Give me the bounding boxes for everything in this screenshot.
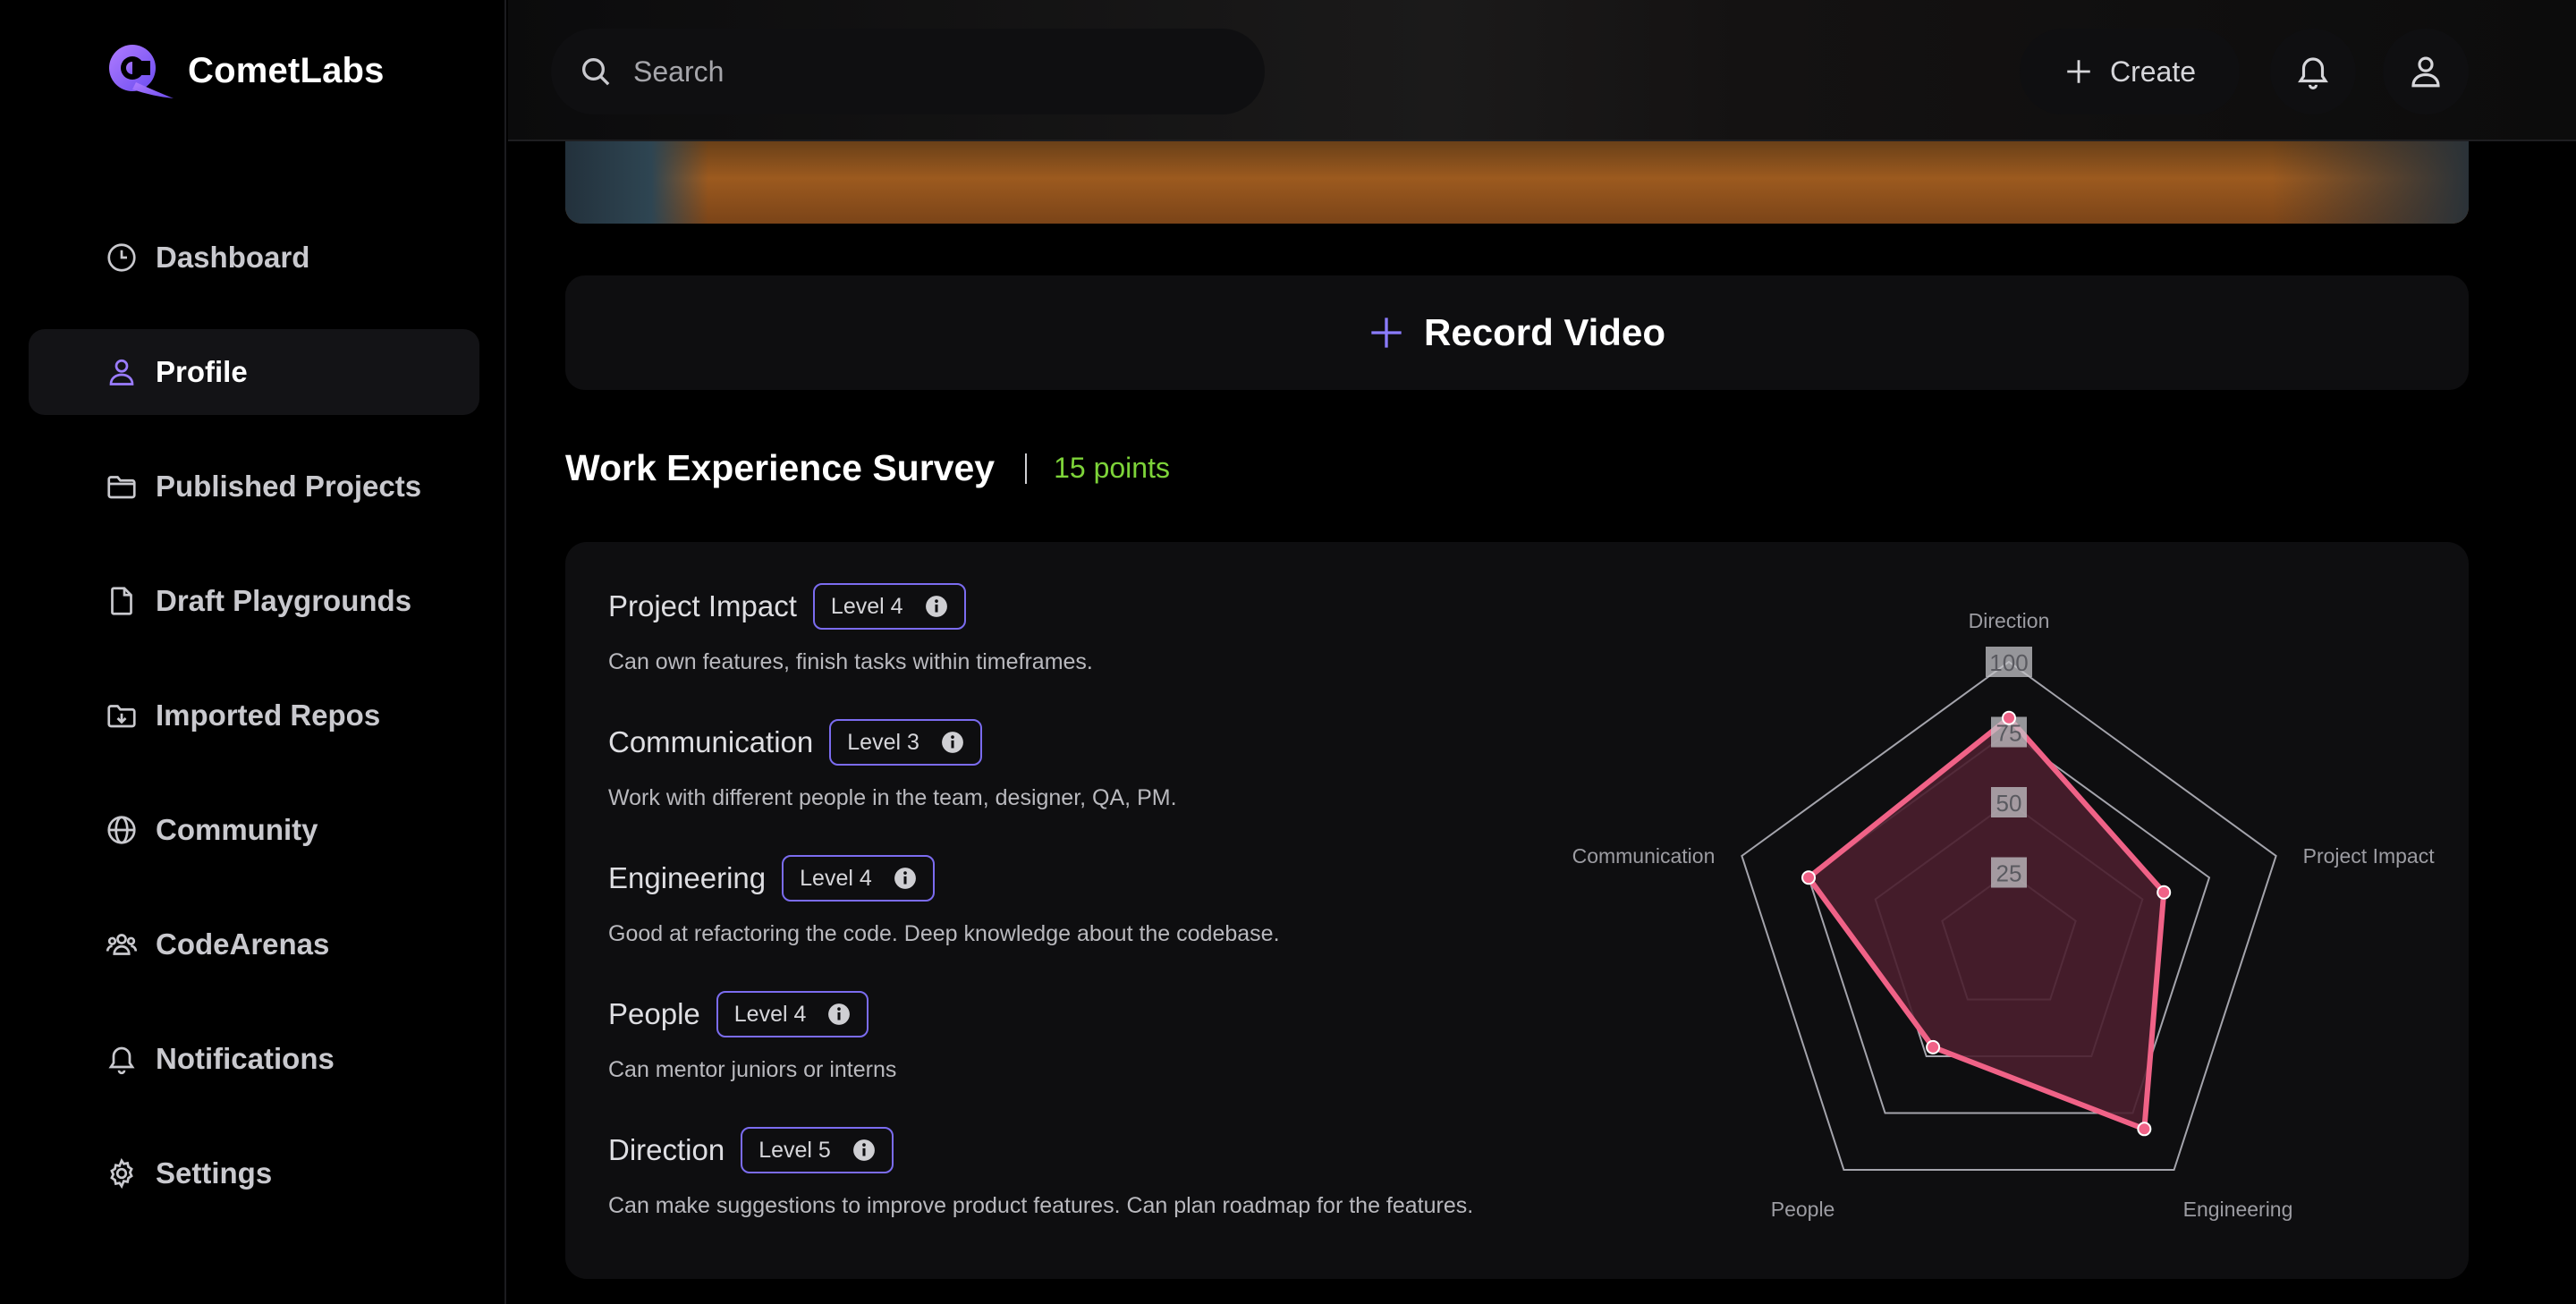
- skill-name: Direction: [608, 1133, 725, 1166]
- bell-icon: [108, 1046, 135, 1075]
- info-icon[interactable]: [925, 595, 948, 618]
- sidebar-item-label: Settings: [156, 1156, 273, 1190]
- survey-points: 15 points: [1054, 452, 1170, 484]
- radar-axis-label: People: [1771, 1198, 1835, 1221]
- skill-name: People: [608, 997, 700, 1030]
- sidebar-nav: Dashboard Profile Published Projects Dra…: [29, 215, 479, 1245]
- clock-icon: [107, 243, 136, 272]
- radar-point: [1801, 870, 1817, 885]
- radar-axis-label: Communication: [1572, 844, 1716, 868]
- account-button[interactable]: [2383, 29, 2469, 114]
- record-video-label: Record Video: [1424, 311, 1665, 353]
- level-badge[interactable]: Level 4: [716, 991, 869, 1037]
- sidebar-item-codearenas[interactable]: CodeArenas: [29, 902, 479, 987]
- video-preview[interactable]: [565, 141, 2469, 224]
- sidebar-item-settings[interactable]: Settings: [29, 1130, 479, 1216]
- skill-description: Can mentor juniors or interns: [608, 1057, 897, 1082]
- record-video-button[interactable]: Record Video: [565, 275, 2469, 390]
- sidebar-item-draft-playgrounds[interactable]: Draft Playgrounds: [29, 558, 479, 644]
- radar-point: [1926, 1039, 1941, 1054]
- plus-icon: [1371, 318, 1402, 348]
- radar-point: [2002, 710, 2016, 725]
- plus-icon: [2067, 60, 2090, 83]
- search-input[interactable]: [633, 55, 1206, 89]
- skill-direction: Direction Level 5 Can make suggestions t…: [608, 1127, 1473, 1219]
- sidebar-item-community[interactable]: Community: [29, 787, 479, 873]
- sidebar-item-profile[interactable]: Profile: [29, 329, 479, 415]
- skill-description: Can make suggestions to improve product …: [608, 1193, 1474, 1218]
- radar-point: [2137, 1122, 2152, 1137]
- sidebar-item-published-projects[interactable]: Published Projects: [29, 444, 479, 529]
- skill-name: Project Impact: [608, 589, 797, 622]
- sidebar-item-label: Published Projects: [156, 470, 422, 503]
- sidebar-item-label: Notifications: [156, 1042, 335, 1075]
- level-label: Level 4: [800, 865, 872, 891]
- sidebar-item-label: Dashboard: [156, 241, 310, 274]
- divider: [1025, 453, 1028, 484]
- level-badge[interactable]: Level 5: [741, 1127, 894, 1173]
- globe-icon: [107, 816, 136, 844]
- sidebar-item-notifications[interactable]: Notifications: [29, 1016, 479, 1102]
- sidebar-item-imported-repos[interactable]: Imported Repos: [29, 673, 479, 758]
- level-badge[interactable]: Level 4: [782, 855, 935, 902]
- skill-description: Good at refactoring the code. Deep knowl…: [608, 921, 1280, 946]
- sidebar: CometLabs Dashboard Profile Published Pr…: [0, 0, 506, 1304]
- level-label: Level 5: [758, 1137, 831, 1163]
- folder-icon: [107, 476, 136, 499]
- user-icon: [2411, 56, 2440, 88]
- info-icon[interactable]: [894, 867, 917, 890]
- info-icon[interactable]: [852, 1139, 876, 1162]
- skill-name: Engineering: [608, 861, 767, 894]
- level-label: Level 4: [733, 1001, 807, 1027]
- skill-description: Work with different people in the team, …: [608, 785, 1177, 810]
- top-bar: Create: [508, 0, 2576, 141]
- skill-project-impact: Project Impact Level 4 Can own features,…: [608, 583, 1093, 675]
- notifications-button[interactable]: [2270, 29, 2356, 114]
- survey-header: Work Experience Survey 15 points: [565, 447, 1170, 489]
- folder-download-icon: [107, 705, 136, 728]
- level-badge[interactable]: Level 3: [829, 719, 982, 766]
- skill-people: People Level 4 Can mentor juniors or int…: [608, 991, 896, 1083]
- radar-axis-label: Project Impact: [2303, 844, 2436, 868]
- create-button-label: Create: [2109, 55, 2197, 88]
- skill-description: Can own features, finish tasks within ti…: [608, 649, 1093, 674]
- level-badge[interactable]: Level 4: [812, 583, 966, 630]
- radar-point: [2157, 885, 2172, 900]
- skill-engineering: Engineering Level 4 Good at refactoring …: [608, 855, 1280, 947]
- skill-name: Communication: [608, 725, 814, 758]
- radar-tick-label: 50: [1996, 790, 2022, 817]
- brand-name: CometLabs: [188, 50, 385, 90]
- level-label: Level 3: [847, 729, 919, 755]
- search-box[interactable]: [551, 29, 1265, 114]
- level-label: Level 4: [830, 593, 903, 619]
- info-icon[interactable]: [941, 731, 964, 754]
- bell-icon: [2298, 57, 2328, 89]
- sidebar-item-label: Profile: [156, 355, 248, 388]
- gear-icon: [110, 1157, 133, 1190]
- user-icon: [109, 359, 134, 385]
- radar-tick-label: 25: [1996, 860, 2022, 887]
- brand[interactable]: CometLabs: [106, 41, 385, 100]
- file-icon: [111, 587, 132, 615]
- radar-axis-label: Direction: [1969, 609, 2050, 632]
- survey-card: Project Impact Level 4 Can own features,…: [565, 542, 2469, 1279]
- create-button[interactable]: Create: [2020, 29, 2240, 114]
- comet-logo-icon: [109, 45, 174, 98]
- sidebar-item-label: CodeArenas: [156, 927, 330, 961]
- users-icon: [106, 934, 138, 955]
- sidebar-item-dashboard[interactable]: Dashboard: [29, 215, 479, 301]
- sidebar-item-label: Draft Playgrounds: [156, 584, 412, 617]
- survey-title: Work Experience Survey: [565, 447, 996, 488]
- search-icon: [582, 58, 610, 86]
- radar-axis-label: Engineering: [2183, 1198, 2293, 1221]
- sidebar-item-label: Imported Repos: [156, 699, 381, 732]
- info-icon[interactable]: [827, 1003, 851, 1026]
- skill-communication: Communication Level 3 Work with differen…: [608, 719, 1177, 811]
- skills-radar-chart: 255075100DirectionProject ImpactEngineer…: [1572, 609, 2436, 1221]
- sidebar-item-label: Community: [156, 813, 318, 846]
- radar-tick-label: 100: [1989, 649, 2028, 676]
